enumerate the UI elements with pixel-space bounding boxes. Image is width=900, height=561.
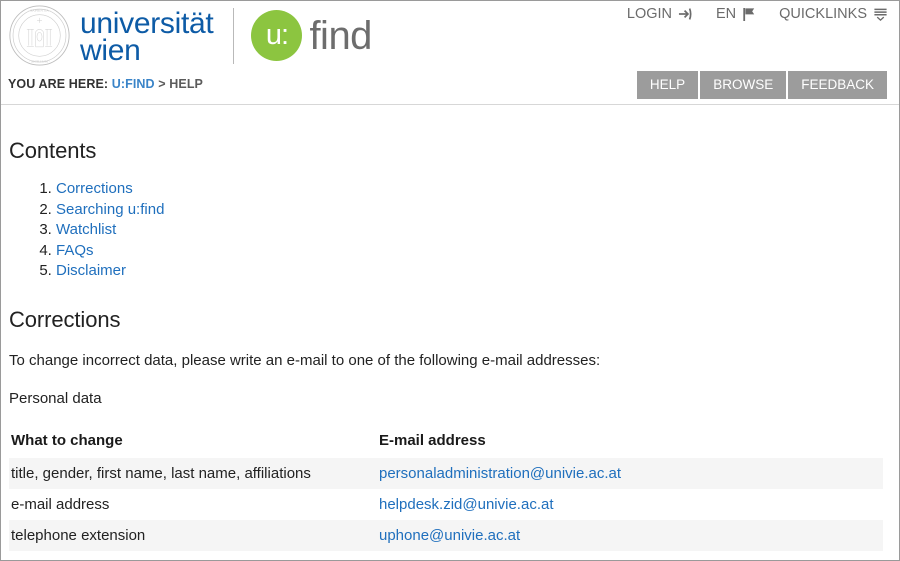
table-row: title, gender, first name, last name, af… — [9, 458, 883, 489]
svg-text:· SAPIENTIA ·: · SAPIENTIA · — [28, 9, 50, 13]
university-seal-icon: · SAPIENTIA · · SIGILLUM · — [9, 5, 70, 66]
corrections-heading: Corrections — [9, 307, 121, 332]
cell-what: title, gender, first name, last name, af… — [11, 465, 311, 482]
cell-email: raumbuch.rrm@univie.ac.at — [377, 551, 883, 560]
table-row: telephone extension uphone@univie.ac.at — [9, 520, 883, 551]
tab-feedback[interactable]: FEEDBACK — [788, 71, 887, 99]
table-body: title, gender, first name, last name, af… — [9, 458, 883, 560]
svg-text:· SIGILLUM ·: · SIGILLUM · — [29, 60, 50, 64]
utility-nav: LOGIN EN QUICKLINKS — [627, 6, 888, 22]
page-root: · SAPIENTIA · · SIGILLUM · universität w… — [0, 0, 900, 561]
site-header: · SAPIENTIA · · SIGILLUM · universität w… — [1, 1, 899, 71]
personal-data-subheading: Personal data — [9, 390, 102, 407]
cell-what: telephone extension — [11, 527, 146, 544]
breadcrumb-bar: YOU ARE HERE: U:FIND > HELP HELP BROWSE … — [1, 71, 899, 105]
list-item: Disclaimer — [56, 262, 891, 280]
list-item: Searching u:find — [56, 201, 891, 219]
university-wordmark: universität wien — [80, 6, 214, 67]
cell-email: personaladministration@univie.ac.at — [377, 458, 883, 489]
list-item: Watchlist — [56, 221, 891, 239]
cell-what: e-mail address — [11, 496, 110, 513]
email-link[interactable]: personaladministration@univie.ac.at — [379, 465, 621, 482]
menu-lines-icon — [874, 8, 887, 21]
tab-browse[interactable]: BROWSE — [700, 71, 787, 99]
breadcrumb-current: HELP — [169, 77, 203, 91]
contents-link-corrections[interactable]: Corrections — [56, 180, 133, 197]
contents-link-disclaimer[interactable]: Disclaimer — [56, 262, 126, 279]
language-label: EN — [716, 6, 737, 22]
cell-email: uphone@univie.ac.at — [377, 520, 883, 551]
table-header-row: What to change E-mail address — [9, 428, 883, 458]
breadcrumb-separator: > — [158, 77, 166, 91]
login-label: LOGIN — [626, 6, 672, 22]
breadcrumb-prefix: YOU ARE HERE: — [8, 77, 109, 91]
email-link[interactable]: helpdesk.zid@univie.ac.at — [379, 496, 554, 513]
email-address-table: What to change E-mail address title, gen… — [9, 428, 883, 560]
contents-link-watchlist[interactable]: Watchlist — [56, 221, 116, 238]
ufind-logo[interactable]: u: find — [251, 10, 372, 61]
language-switch[interactable]: EN — [716, 6, 756, 22]
wordmark-line-2: wien — [80, 33, 141, 67]
breadcrumb-link-ufind[interactable]: U:FIND — [112, 77, 155, 91]
email-link[interactable]: uphone@univie.ac.at — [379, 527, 520, 544]
quicklinks-button[interactable]: QUICKLINKS — [779, 6, 888, 22]
contents-list: Corrections Searching u:find Watchlist F… — [9, 180, 891, 280]
cell-email: helpdesk.zid@univie.ac.at — [377, 489, 883, 520]
column-header-email: E-mail address — [379, 432, 486, 449]
quicklinks-label: QUICKLINKS — [779, 6, 867, 22]
cell-what: room number, building address — [9, 551, 377, 560]
main-content: Contents Corrections Searching u:find Wa… — [1, 138, 899, 560]
wordmark-line-1: universität — [80, 6, 214, 40]
corrections-intro: To change incorrect data, please write a… — [9, 352, 601, 369]
ufind-mark: u: — [251, 10, 303, 61]
brand-lockup[interactable]: · SAPIENTIA · · SIGILLUM · universität w… — [8, 4, 372, 67]
contents-link-faqs[interactable]: FAQs — [56, 242, 94, 259]
sign-in-icon — [678, 8, 692, 20]
ufind-word: find — [309, 13, 372, 58]
list-item: FAQs — [56, 242, 891, 260]
login-button[interactable]: LOGIN — [627, 6, 693, 22]
table-row: room number, building address raumbuch.r… — [9, 551, 883, 560]
column-header-what: What to change — [11, 432, 123, 449]
list-item: Corrections — [56, 180, 891, 198]
breadcrumb: YOU ARE HERE: U:FIND > HELP — [8, 77, 203, 91]
section-tabs: HELP BROWSE FEEDBACK — [636, 71, 887, 99]
table-head: What to change E-mail address — [9, 428, 883, 458]
tab-help[interactable]: HELP — [636, 71, 699, 99]
table-row: e-mail address helpdesk.zid@univie.ac.at — [9, 489, 883, 520]
contents-link-searching[interactable]: Searching u:find — [56, 201, 164, 218]
flag-icon — [743, 7, 755, 21]
contents-heading: Contents — [9, 138, 97, 163]
brand-divider — [233, 7, 235, 64]
